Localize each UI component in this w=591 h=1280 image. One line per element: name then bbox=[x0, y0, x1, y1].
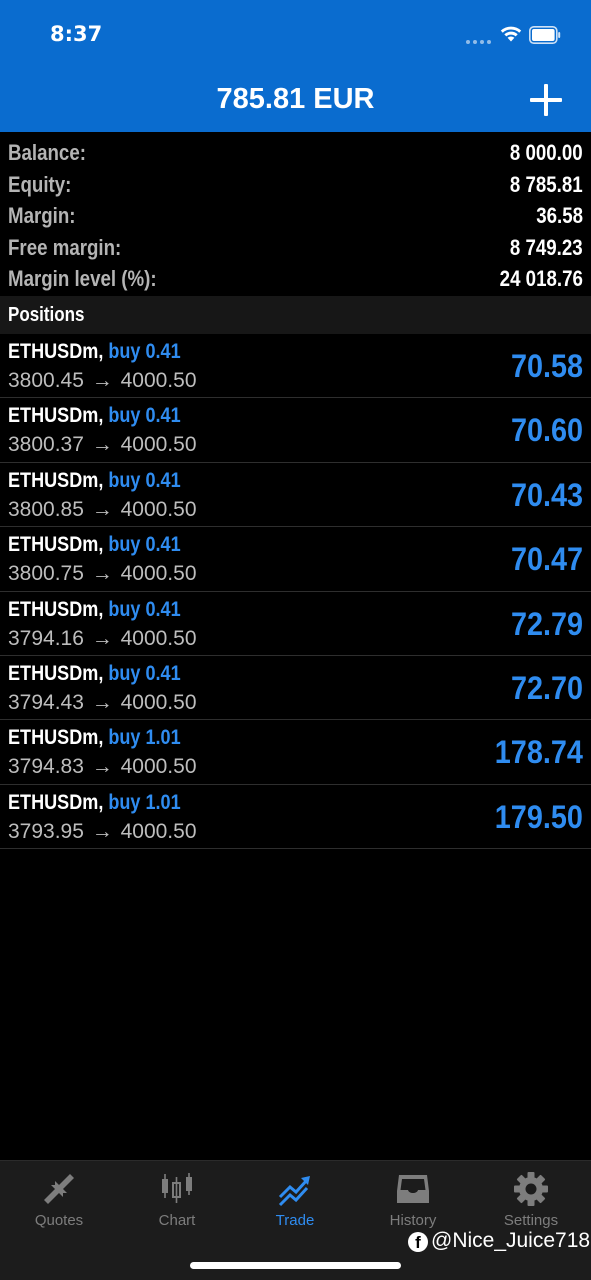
summary-label: Free margin: bbox=[8, 234, 122, 260]
positions-heading: Positions bbox=[8, 304, 85, 326]
position-symbol: ETHUSDm bbox=[8, 468, 99, 492]
gear-icon bbox=[514, 1172, 548, 1206]
position-symbol: ETHUSDm bbox=[8, 726, 99, 750]
summary-value: 8 000.00 bbox=[510, 140, 583, 165]
position-profit: 72.79 bbox=[510, 605, 583, 642]
open-price: 3800.75 bbox=[8, 562, 84, 586]
arrow-right-icon: → bbox=[85, 562, 119, 586]
tab-label: Quotes bbox=[34, 1212, 84, 1229]
summary-value: 36.58 bbox=[536, 203, 583, 228]
current-price: 4000.50 bbox=[120, 497, 197, 521]
position-profit: 72.70 bbox=[510, 669, 583, 706]
open-price: 3800.45 bbox=[8, 369, 84, 392]
summary-row-equity: Equity: 8 785.81 bbox=[0, 168, 591, 200]
current-price: 4000.50 bbox=[120, 690, 197, 714]
inbox-tray-icon bbox=[397, 1175, 429, 1203]
account-summary: Balance: 8 000.00 Equity: 8 785.81 Margi… bbox=[0, 136, 591, 294]
position-row[interactable]: ETHUSDm, buy 1.01 3793.95 → 4000.50 179.… bbox=[0, 785, 591, 850]
summary-label: Margin level (%): bbox=[8, 266, 157, 291]
tab-label: Chart bbox=[158, 1212, 196, 1229]
position-direction: buy 0.41 bbox=[108, 661, 181, 685]
position-profit: 70.43 bbox=[510, 476, 583, 513]
position-direction: buy 1.01 bbox=[108, 726, 181, 750]
summary-label: Margin: bbox=[8, 203, 76, 228]
arrow-right-icon: → bbox=[85, 819, 119, 843]
new-order-button[interactable] bbox=[530, 84, 562, 116]
position-profit: 178.74 bbox=[494, 734, 583, 771]
positions-section-header: Positions bbox=[0, 296, 591, 334]
current-price: 4000.50 bbox=[120, 755, 197, 779]
position-row[interactable]: ETHUSDm, buy 0.41 3800.37 → 4000.50 70.6… bbox=[0, 398, 591, 463]
position-symbol: ETHUSDm bbox=[8, 404, 99, 428]
cellular-signal-icon bbox=[466, 38, 492, 44]
positions-list: ETHUSDm, buy 0.41 3800.45 → 4000.50 70.5… bbox=[0, 334, 591, 850]
summary-row-margin-level: Margin level (%): 24 018.76 bbox=[0, 262, 591, 294]
summary-row-balance: Balance: 8 000.00 bbox=[0, 136, 591, 168]
open-price: 3794.16 bbox=[8, 626, 84, 650]
position-row[interactable]: ETHUSDm, buy 0.41 3800.75 → 4000.50 70.4… bbox=[0, 527, 591, 592]
summary-value: 8 785.81 bbox=[510, 171, 583, 197]
tab-label: Settings bbox=[503, 1212, 559, 1229]
summary-row-margin: Margin: 36.58 bbox=[0, 199, 591, 231]
position-profit: 70.58 bbox=[510, 348, 583, 384]
position-symbol: ETHUSDm bbox=[8, 597, 99, 621]
arrow-right-icon: → bbox=[85, 433, 119, 457]
position-symbol: ETHUSDm bbox=[8, 533, 99, 557]
position-direction: buy 0.41 bbox=[108, 468, 181, 492]
position-row[interactable]: ETHUSDm, buy 0.41 3800.85 → 4000.50 70.4… bbox=[0, 463, 591, 528]
position-profit: 70.60 bbox=[510, 412, 583, 449]
position-direction: buy 0.41 bbox=[108, 597, 181, 621]
current-price: 4000.50 bbox=[120, 819, 197, 843]
open-price: 3800.37 bbox=[8, 433, 84, 457]
tab-chart[interactable]: Chart bbox=[118, 1161, 236, 1241]
tab-quotes[interactable]: Quotes bbox=[0, 1161, 118, 1241]
current-price: 4000.50 bbox=[120, 626, 197, 650]
open-price: 3800.85 bbox=[8, 497, 84, 521]
position-direction: buy 0.41 bbox=[108, 533, 181, 557]
position-direction: buy 0.41 bbox=[108, 404, 181, 428]
summary-value: 8 749.23 bbox=[510, 234, 583, 260]
open-price: 3794.43 bbox=[8, 690, 84, 714]
arrow-right-icon: → bbox=[85, 755, 119, 779]
summary-label: Equity: bbox=[8, 171, 72, 197]
arrow-right-icon: → bbox=[85, 369, 119, 392]
trade-trend-icon bbox=[278, 1176, 310, 1207]
position-profit: 70.47 bbox=[510, 541, 583, 578]
position-row[interactable]: ETHUSDm, buy 1.01 3794.83 → 4000.50 178.… bbox=[0, 720, 591, 785]
facebook-icon: f bbox=[408, 1232, 428, 1252]
tab-label: History bbox=[389, 1212, 437, 1229]
status-time: 8:37 bbox=[50, 22, 103, 46]
summary-value: 24 018.76 bbox=[499, 266, 583, 291]
app-header: 8:37 785.81 EUR bbox=[0, 0, 591, 132]
wifi-icon bbox=[500, 26, 522, 42]
position-symbol: ETHUSDm bbox=[8, 340, 99, 363]
position-row[interactable]: ETHUSDm, buy 0.41 3794.16 → 4000.50 72.7… bbox=[0, 592, 591, 656]
tab-trade[interactable]: Trade bbox=[236, 1161, 354, 1241]
arrow-right-icon: → bbox=[85, 497, 119, 521]
position-row[interactable]: ETHUSDm, buy 0.41 3800.45 → 4000.50 70.5… bbox=[0, 334, 591, 399]
page-title: 785.81 EUR bbox=[216, 83, 375, 115]
arrow-right-icon: → bbox=[85, 626, 119, 650]
summary-row-free-margin: Free margin: 8 749.23 bbox=[0, 231, 591, 263]
position-symbol: ETHUSDm bbox=[8, 790, 99, 814]
position-direction: buy 1.01 bbox=[108, 790, 181, 814]
watermark-text: @Nice_Juice718 bbox=[431, 1229, 591, 1252]
battery-icon bbox=[529, 26, 561, 44]
open-price: 3794.83 bbox=[8, 755, 84, 779]
position-symbol: ETHUSDm bbox=[8, 661, 99, 685]
current-price: 4000.50 bbox=[120, 369, 197, 392]
tab-label: Trade bbox=[275, 1212, 315, 1229]
home-indicator[interactable] bbox=[190, 1262, 401, 1269]
arrow-right-icon: → bbox=[85, 690, 119, 714]
position-profit: 179.50 bbox=[494, 798, 583, 835]
open-price: 3793.95 bbox=[8, 819, 84, 843]
summary-label: Balance: bbox=[8, 140, 86, 165]
position-direction: buy 0.41 bbox=[108, 340, 181, 363]
candlestick-chart-icon bbox=[162, 1173, 192, 1203]
current-price: 4000.50 bbox=[120, 433, 197, 457]
quotes-arrows-icon bbox=[44, 1174, 74, 1204]
position-row[interactable]: ETHUSDm, buy 0.41 3794.43 → 4000.50 72.7… bbox=[0, 656, 591, 721]
current-price: 4000.50 bbox=[120, 562, 197, 586]
